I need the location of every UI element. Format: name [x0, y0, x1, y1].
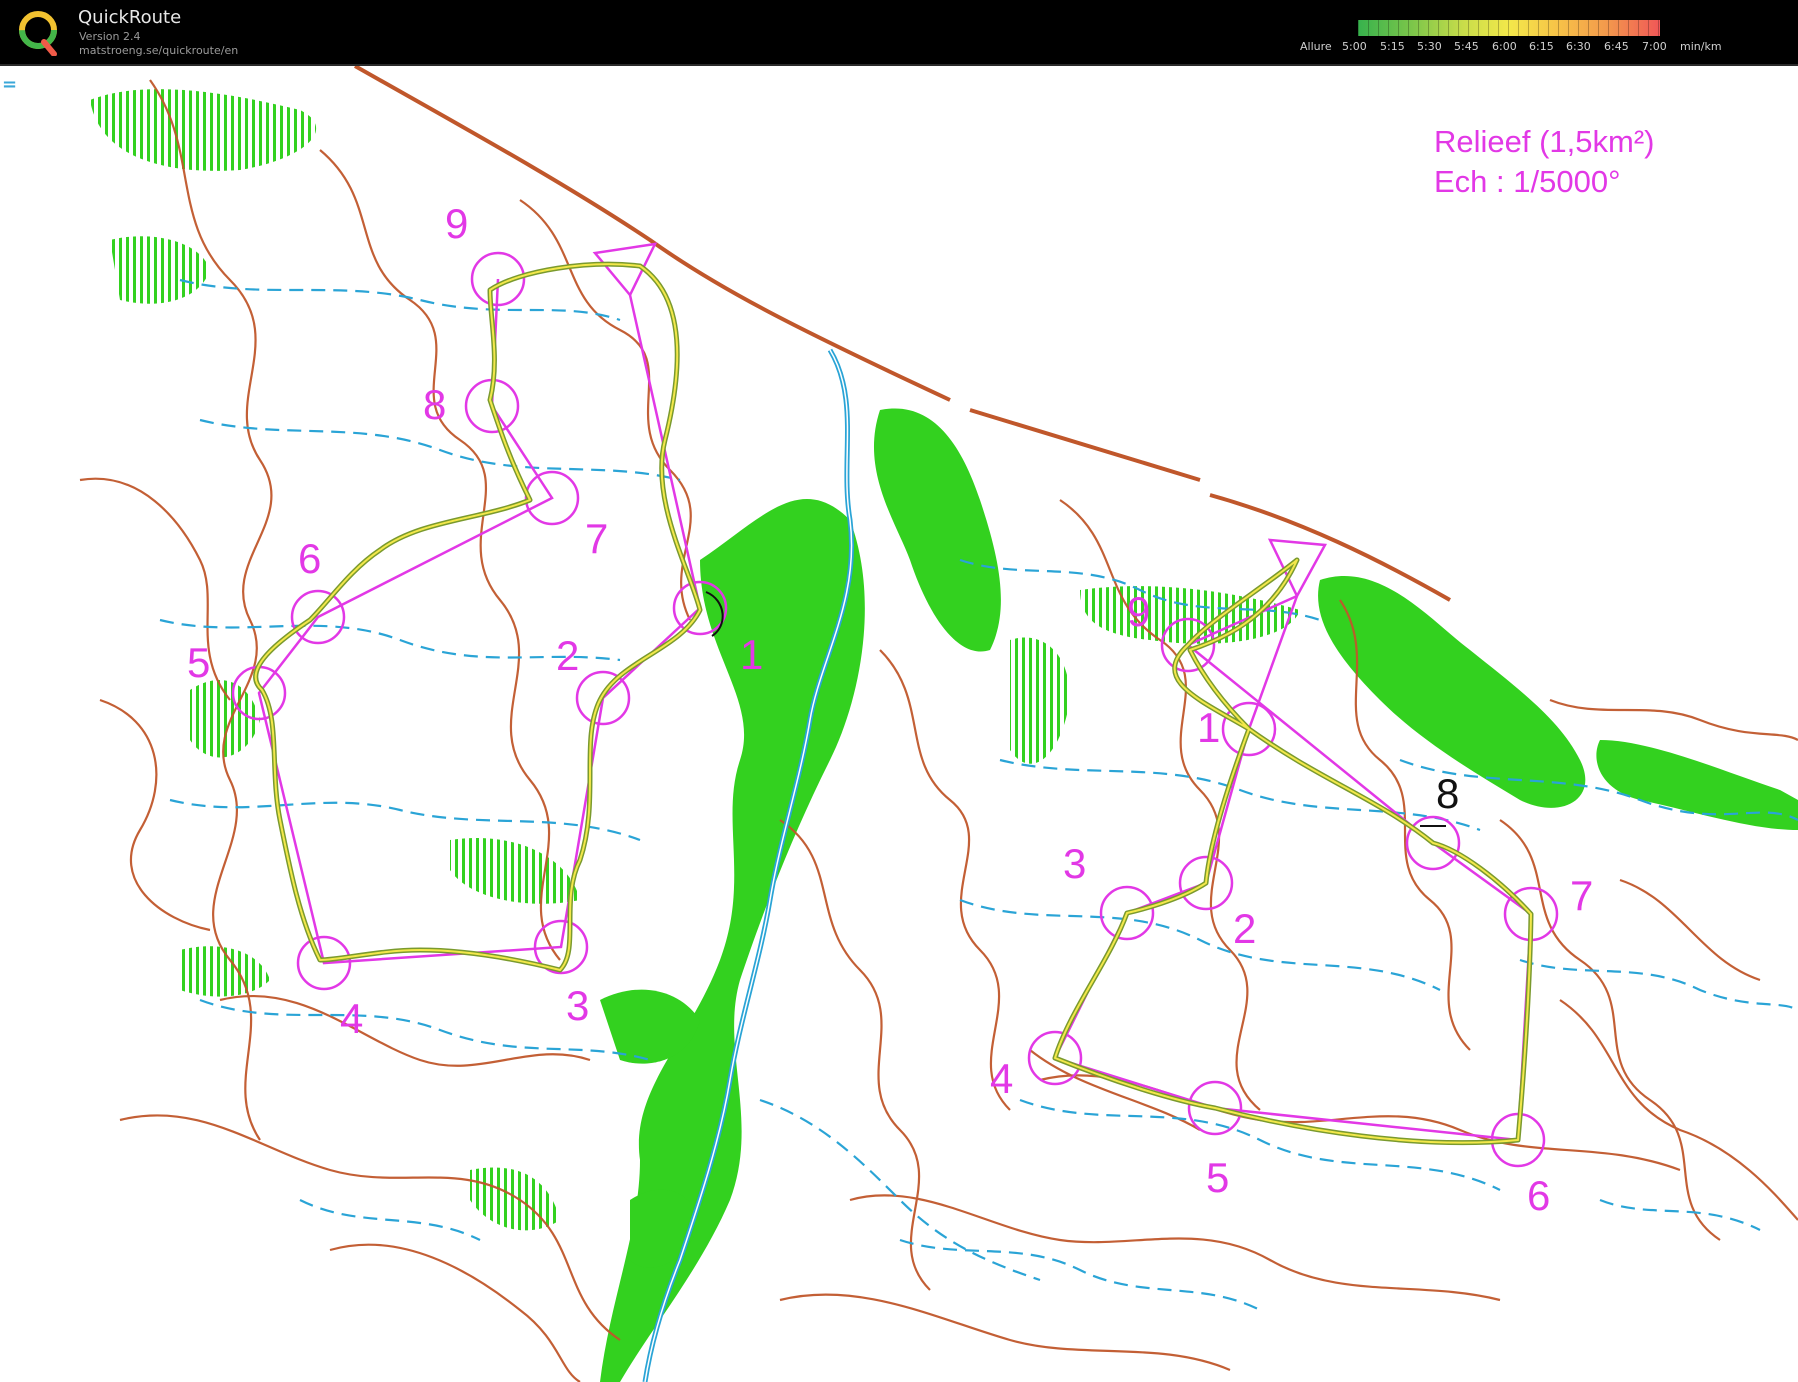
control-number: 7 [1570, 872, 1594, 919]
pace-tick: 6:00 [1492, 40, 1517, 53]
control-number: 3 [1063, 840, 1087, 887]
control-number: 2 [556, 632, 580, 679]
control-number: 9 [1127, 588, 1151, 635]
app-url[interactable]: matstroeng.se/quickroute/en [79, 44, 238, 57]
app-version: Version 2.4 [79, 30, 141, 43]
pace-label: Allure [1300, 40, 1332, 53]
course-right [1027, 538, 1559, 1168]
gps-route [253, 261, 1534, 1146]
pace-tick: 5:30 [1417, 40, 1442, 53]
map-title: Relieef (1,5km²) [1434, 124, 1655, 159]
pace-tick: 5:45 [1454, 40, 1479, 53]
app-title: QuickRoute [78, 7, 182, 28]
control-number: 9 [445, 200, 469, 247]
pace-tick: 6:45 [1604, 40, 1629, 53]
control-number: 5 [187, 639, 211, 686]
pace-gradient-ticks [1358, 20, 1660, 36]
quickroute-logo-icon [19, 11, 57, 56]
control-number: 4 [990, 1055, 1014, 1102]
pace-tick: 5:15 [1380, 40, 1405, 53]
pace-tick: 6:15 [1529, 40, 1554, 53]
control-number: 1 [740, 631, 764, 678]
pace-scale-labels: Allure 5:00 5:15 5:30 5:45 6:00 6:15 6:3… [1300, 40, 1798, 54]
control-number: 6 [298, 535, 322, 582]
control-number: 7 [585, 515, 609, 562]
control-number: 3 [566, 982, 590, 1029]
control-number: 2 [1233, 905, 1257, 952]
pace-scale: Allure 5:00 5:15 5:30 5:45 6:00 6:15 6:3… [1300, 16, 1798, 58]
pace-tick: 6:30 [1566, 40, 1591, 53]
map-scale: Ech : 1/5000° [1434, 164, 1621, 199]
control-number: 4 [340, 995, 364, 1042]
control-number: 5 [1206, 1154, 1230, 1201]
control-number: 8 [423, 381, 447, 428]
control-number: 1 [1197, 704, 1221, 751]
control-number: 6 [1527, 1172, 1551, 1219]
title-bar: QuickRoute Version 2.4 matstroeng.se/qui… [0, 0, 1798, 66]
pace-tick: 7:00 [1642, 40, 1667, 53]
pace-tick: 5:00 [1342, 40, 1367, 53]
pace-unit: min/km [1680, 40, 1722, 53]
control-number: 8 [1436, 770, 1460, 817]
